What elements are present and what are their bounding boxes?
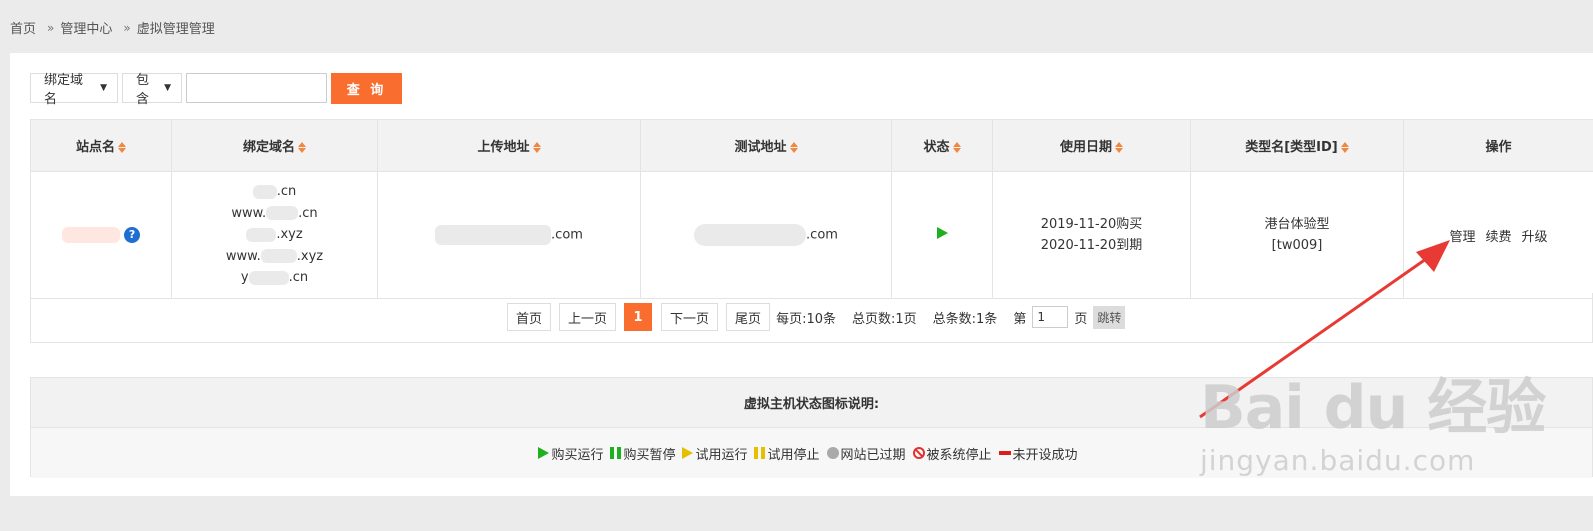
watermark-url: jingyan.baidu.com (1200, 444, 1476, 477)
watermark-brand: Bai du 经验 (1200, 373, 1546, 443)
baidu-watermark: Bai du 经验 jingyan.baidu.com (1200, 373, 1546, 477)
